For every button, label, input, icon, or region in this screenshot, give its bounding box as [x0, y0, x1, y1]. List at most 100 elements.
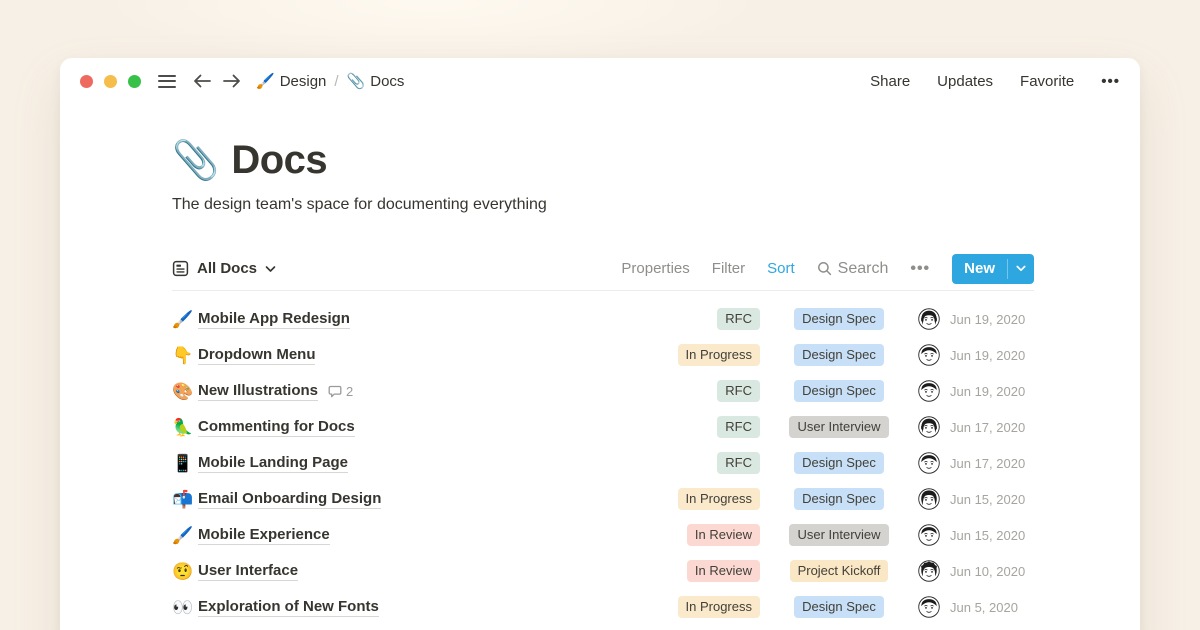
- list-view-icon: [172, 260, 189, 277]
- doc-link[interactable]: 🦜 Commenting for Docs: [172, 418, 636, 437]
- page-paperclip-icon: 📎: [172, 142, 219, 180]
- doc-type-cell: Design Spec: [772, 596, 906, 619]
- doc-link[interactable]: 🤨 User Interface: [172, 562, 636, 581]
- status-cell: RFC: [636, 416, 760, 439]
- status-tag[interactable]: RFC: [717, 452, 760, 475]
- sort-button[interactable]: Sort: [767, 260, 795, 277]
- comment-count-number: 2: [346, 384, 353, 399]
- created-date: Jun 17, 2020: [950, 420, 1034, 435]
- minimize-window-button[interactable]: [104, 75, 117, 88]
- status-tag[interactable]: In Review: [687, 524, 760, 547]
- status-tag[interactable]: In Progress: [678, 344, 760, 367]
- doc-type-tag[interactable]: Design Spec: [794, 452, 884, 475]
- updates-button[interactable]: Updates: [937, 73, 993, 90]
- chevron-down-icon: [265, 265, 276, 273]
- doc-title[interactable]: Email Onboarding Design: [198, 490, 381, 509]
- doc-type-tag[interactable]: Design Spec: [794, 596, 884, 619]
- doc-link[interactable]: 🎨 New Illustrations 2: [172, 382, 636, 401]
- view-toolbar: All Docs Properties Filter Sort Search •…: [172, 247, 1034, 291]
- forward-arrow-icon[interactable]: [222, 73, 242, 89]
- avatar-woman-curly: [918, 560, 940, 582]
- paperclip-icon: 📎: [347, 74, 366, 89]
- doc-title[interactable]: Mobile Experience: [198, 526, 330, 545]
- doc-link[interactable]: 🖌️ Mobile App Redesign: [172, 310, 636, 329]
- back-arrow-icon[interactable]: [192, 73, 212, 89]
- created-date: Jun 15, 2020: [950, 528, 1034, 543]
- doc-type-tag[interactable]: Design Spec: [794, 344, 884, 367]
- table-row: 🎨 New Illustrations 2 RFC Design Spec Ju…: [172, 373, 1034, 409]
- table-row: 🤨 User Interface In Review Project Kicko…: [172, 553, 1034, 589]
- status-cell: RFC: [636, 308, 760, 331]
- avatar-man: [918, 344, 940, 366]
- doc-type-cell: User Interview: [772, 524, 906, 547]
- doc-type-tag[interactable]: User Interview: [789, 524, 888, 547]
- status-cell: In Progress: [636, 344, 760, 367]
- table-row: 🖌️ Mobile App Redesign RFC Design Spec J…: [172, 301, 1034, 337]
- doc-link[interactable]: 📱 Mobile Landing Page: [172, 454, 636, 473]
- doc-title[interactable]: Dropdown Menu: [198, 346, 315, 365]
- search-icon: [817, 261, 832, 276]
- new-button[interactable]: New: [952, 254, 1034, 284]
- history-nav: [192, 73, 242, 89]
- docs-table: 🖌️ Mobile App Redesign RFC Design Spec J…: [172, 301, 1034, 625]
- avatar-man: [918, 380, 940, 402]
- doc-title[interactable]: Mobile App Redesign: [198, 310, 350, 329]
- status-tag[interactable]: In Progress: [678, 596, 760, 619]
- doc-link[interactable]: 🖌️ Mobile Experience: [172, 526, 636, 545]
- more-options-icon[interactable]: •••: [1101, 73, 1120, 90]
- page-content: 📎 Docs The design team's space for docum…: [60, 138, 1140, 625]
- doc-type-cell: Project Kickoff: [772, 560, 906, 583]
- status-tag[interactable]: In Review: [687, 560, 760, 583]
- new-dropdown-caret[interactable]: [1008, 254, 1034, 284]
- filter-button[interactable]: Filter: [712, 260, 745, 277]
- doc-type-tag[interactable]: Project Kickoff: [790, 560, 889, 583]
- created-date: Jun 15, 2020: [950, 492, 1034, 507]
- breadcrumb-design[interactable]: 🖌️ Design: [256, 73, 326, 90]
- comment-bubble-icon: [328, 385, 342, 398]
- close-window-button[interactable]: [80, 75, 93, 88]
- zoom-window-button[interactable]: [128, 75, 141, 88]
- doc-title[interactable]: Commenting for Docs: [198, 418, 355, 437]
- paintbrush-icon: 🖌️: [256, 74, 275, 89]
- doc-type-tag[interactable]: Design Spec: [794, 380, 884, 403]
- doc-title[interactable]: New Illustrations: [198, 382, 318, 401]
- created-date: Jun 5, 2020: [950, 600, 1034, 615]
- created-date: Jun 19, 2020: [950, 384, 1034, 399]
- doc-link[interactable]: 👇 Dropdown Menu: [172, 346, 636, 365]
- page-title: Docs: [231, 138, 327, 183]
- sidebar-menu-icon[interactable]: [158, 75, 176, 88]
- status-tag[interactable]: In Progress: [678, 488, 760, 511]
- created-date: Jun 19, 2020: [950, 348, 1034, 363]
- doc-type-cell: Design Spec: [772, 452, 906, 475]
- table-row: 📱 Mobile Landing Page RFC Design Spec Ju…: [172, 445, 1034, 481]
- doc-type-tag[interactable]: Design Spec: [794, 488, 884, 511]
- doc-type-cell: Design Spec: [772, 308, 906, 331]
- search-button[interactable]: Search: [817, 260, 889, 278]
- doc-type-tag[interactable]: User Interview: [789, 416, 888, 439]
- doc-emoji-icon: 🎨: [172, 383, 198, 400]
- comment-count[interactable]: 2: [328, 384, 353, 399]
- status-tag[interactable]: RFC: [717, 416, 760, 439]
- favorite-button[interactable]: Favorite: [1020, 73, 1074, 90]
- toolbar-more-icon[interactable]: •••: [910, 260, 930, 278]
- doc-title[interactable]: Mobile Landing Page: [198, 454, 348, 473]
- doc-type-tag[interactable]: Design Spec: [794, 308, 884, 331]
- doc-emoji-icon: 🖌️: [172, 527, 198, 544]
- status-tag[interactable]: RFC: [717, 380, 760, 403]
- status-tag[interactable]: RFC: [717, 308, 760, 331]
- view-selector-label: All Docs: [197, 260, 257, 277]
- breadcrumb-docs[interactable]: 📎 Docs: [347, 73, 405, 90]
- avatar-woman-bob: [918, 488, 940, 510]
- table-row: 👇 Dropdown Menu In Progress Design Spec …: [172, 337, 1034, 373]
- share-button[interactable]: Share: [870, 73, 910, 90]
- avatar-man: [918, 452, 940, 474]
- status-cell: In Progress: [636, 596, 760, 619]
- doc-link[interactable]: 📬 Email Onboarding Design: [172, 490, 636, 509]
- properties-button[interactable]: Properties: [621, 260, 689, 277]
- doc-type-cell: Design Spec: [772, 380, 906, 403]
- view-selector[interactable]: All Docs: [172, 260, 276, 277]
- doc-link[interactable]: 👀 Exploration of New Fonts: [172, 598, 636, 617]
- doc-title[interactable]: Exploration of New Fonts: [198, 598, 379, 617]
- doc-title[interactable]: User Interface: [198, 562, 298, 581]
- doc-type-cell: Design Spec: [772, 344, 906, 367]
